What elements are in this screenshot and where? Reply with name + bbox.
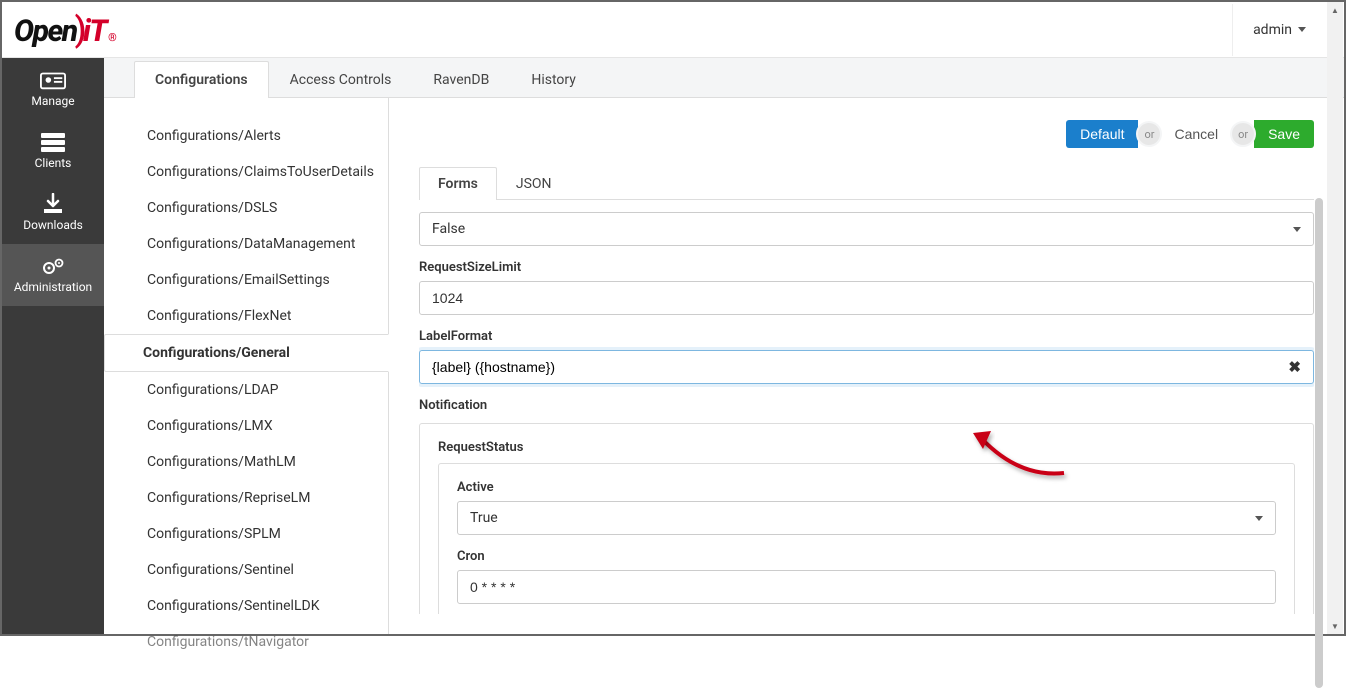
- server-stack-icon: [40, 132, 66, 152]
- page-scrollbar-thumb[interactable]: [1315, 198, 1323, 688]
- logo-openit: Open)iT®: [14, 10, 115, 50]
- page-scrollbar[interactable]: [1312, 116, 1326, 632]
- nav-label: Clients: [35, 156, 72, 170]
- nav-item-administration[interactable]: Administration: [2, 244, 104, 306]
- panel-notification: RequestStatus Active True Cron: [419, 423, 1314, 614]
- inner-tab-forms[interactable]: Forms: [419, 167, 497, 200]
- select-field[interactable]: False: [419, 212, 1314, 246]
- select-value: False: [432, 221, 465, 237]
- select-active[interactable]: True: [457, 501, 1276, 535]
- default-button[interactable]: Default: [1066, 120, 1138, 148]
- sidebar-item-claimstouserdetails[interactable]: Configurations/ClaimsToUserDetails: [104, 154, 388, 190]
- inner-tab-json[interactable]: JSON: [497, 167, 571, 200]
- input-labelformat[interactable]: [420, 351, 1276, 383]
- sidebar-item-general[interactable]: Configurations/General: [104, 334, 389, 372]
- sidebar-item-sentinelldk[interactable]: Configurations/SentinelLDK: [104, 588, 388, 624]
- action-row: Default or Cancel or Save: [419, 120, 1314, 148]
- scroll-down-arrow[interactable]: ▼: [1327, 618, 1343, 634]
- sidebar-item-emailsettings[interactable]: Configurations/EmailSettings: [104, 262, 388, 298]
- or-separator: or: [1136, 121, 1162, 147]
- download-icon: [40, 194, 66, 214]
- id-card-icon: [40, 70, 66, 90]
- chevron-down-icon: [1255, 516, 1263, 521]
- form-area: Default or Cancel or Save Forms JSON: [388, 98, 1344, 634]
- nav-item-clients[interactable]: Clients: [2, 120, 104, 182]
- gears-icon: [40, 256, 66, 276]
- sidebar-item-datamanagement[interactable]: Configurations/DataManagement: [104, 226, 388, 262]
- nav-item-manage[interactable]: Manage: [2, 58, 104, 120]
- cancel-button[interactable]: Cancel: [1160, 120, 1232, 148]
- tab-history[interactable]: History: [510, 61, 597, 98]
- tab-configurations[interactable]: Configurations: [134, 61, 269, 98]
- label-notification: Notification: [419, 398, 1314, 413]
- chevron-down-icon: [1293, 227, 1301, 232]
- sidebar-item-sentinel[interactable]: Configurations/Sentinel: [104, 552, 388, 588]
- nav-label: Manage: [31, 94, 74, 108]
- select-active-value: True: [470, 510, 498, 526]
- sidebar-item-dsls[interactable]: Configurations/DSLS: [104, 190, 388, 226]
- nav-label: Administration: [14, 280, 92, 294]
- user-name-label: admin: [1253, 22, 1292, 38]
- tab-ravendb[interactable]: RavenDB: [412, 61, 510, 98]
- input-labelformat-wrapper: ✖: [419, 350, 1314, 384]
- top-bar: Open)iT® admin: [2, 2, 1344, 58]
- inner-tabbar: Forms JSON: [419, 166, 1314, 200]
- sidebar-item-reprise[interactable]: Configurations/RepriseLM: [104, 480, 388, 516]
- input-cron[interactable]: [457, 570, 1276, 604]
- label-labelformat: LabelFormat: [419, 329, 1314, 344]
- main-tabbar: Configurations Access Controls RavenDB H…: [104, 58, 1344, 98]
- sidebar-item-lmx[interactable]: Configurations/LMX: [104, 408, 388, 444]
- chevron-down-icon: [1298, 27, 1306, 32]
- clear-icon[interactable]: ✖: [1276, 358, 1313, 376]
- label-active: Active: [457, 480, 1276, 495]
- window-scrollbar[interactable]: ▲ ▼: [1327, 2, 1343, 634]
- left-nav: Manage Clients Downloads: [2, 58, 104, 634]
- label-requestsizelimit: RequestSizeLimit: [419, 260, 1314, 275]
- user-menu[interactable]: admin: [1232, 4, 1326, 56]
- config-sidebar: Configurations/Alerts Configurations/Cla…: [104, 98, 388, 634]
- or-separator: or: [1230, 121, 1256, 147]
- nav-label: Downloads: [23, 218, 83, 232]
- tab-access-controls[interactable]: Access Controls: [269, 61, 413, 98]
- panel-requeststatus: Active True Cron: [438, 463, 1295, 614]
- sidebar-item-alerts[interactable]: Configurations/Alerts: [104, 118, 388, 154]
- save-button[interactable]: Save: [1254, 120, 1314, 148]
- nav-item-downloads[interactable]: Downloads: [2, 182, 104, 244]
- label-requeststatus: RequestStatus: [438, 440, 1295, 455]
- sidebar-item-mathlm[interactable]: Configurations/MathLM: [104, 444, 388, 480]
- sidebar-item-flexnet[interactable]: Configurations/FlexNet: [104, 298, 388, 334]
- sidebar-item-splm[interactable]: Configurations/SPLM: [104, 516, 388, 552]
- input-requestsizelimit[interactable]: [419, 281, 1314, 315]
- label-cron: Cron: [457, 549, 1276, 564]
- sidebar-item-ldap[interactable]: Configurations/LDAP: [104, 372, 388, 408]
- sidebar-item-tnavigator[interactable]: Configurations/tNavigator: [104, 624, 388, 650]
- scroll-up-arrow[interactable]: ▲: [1327, 2, 1343, 18]
